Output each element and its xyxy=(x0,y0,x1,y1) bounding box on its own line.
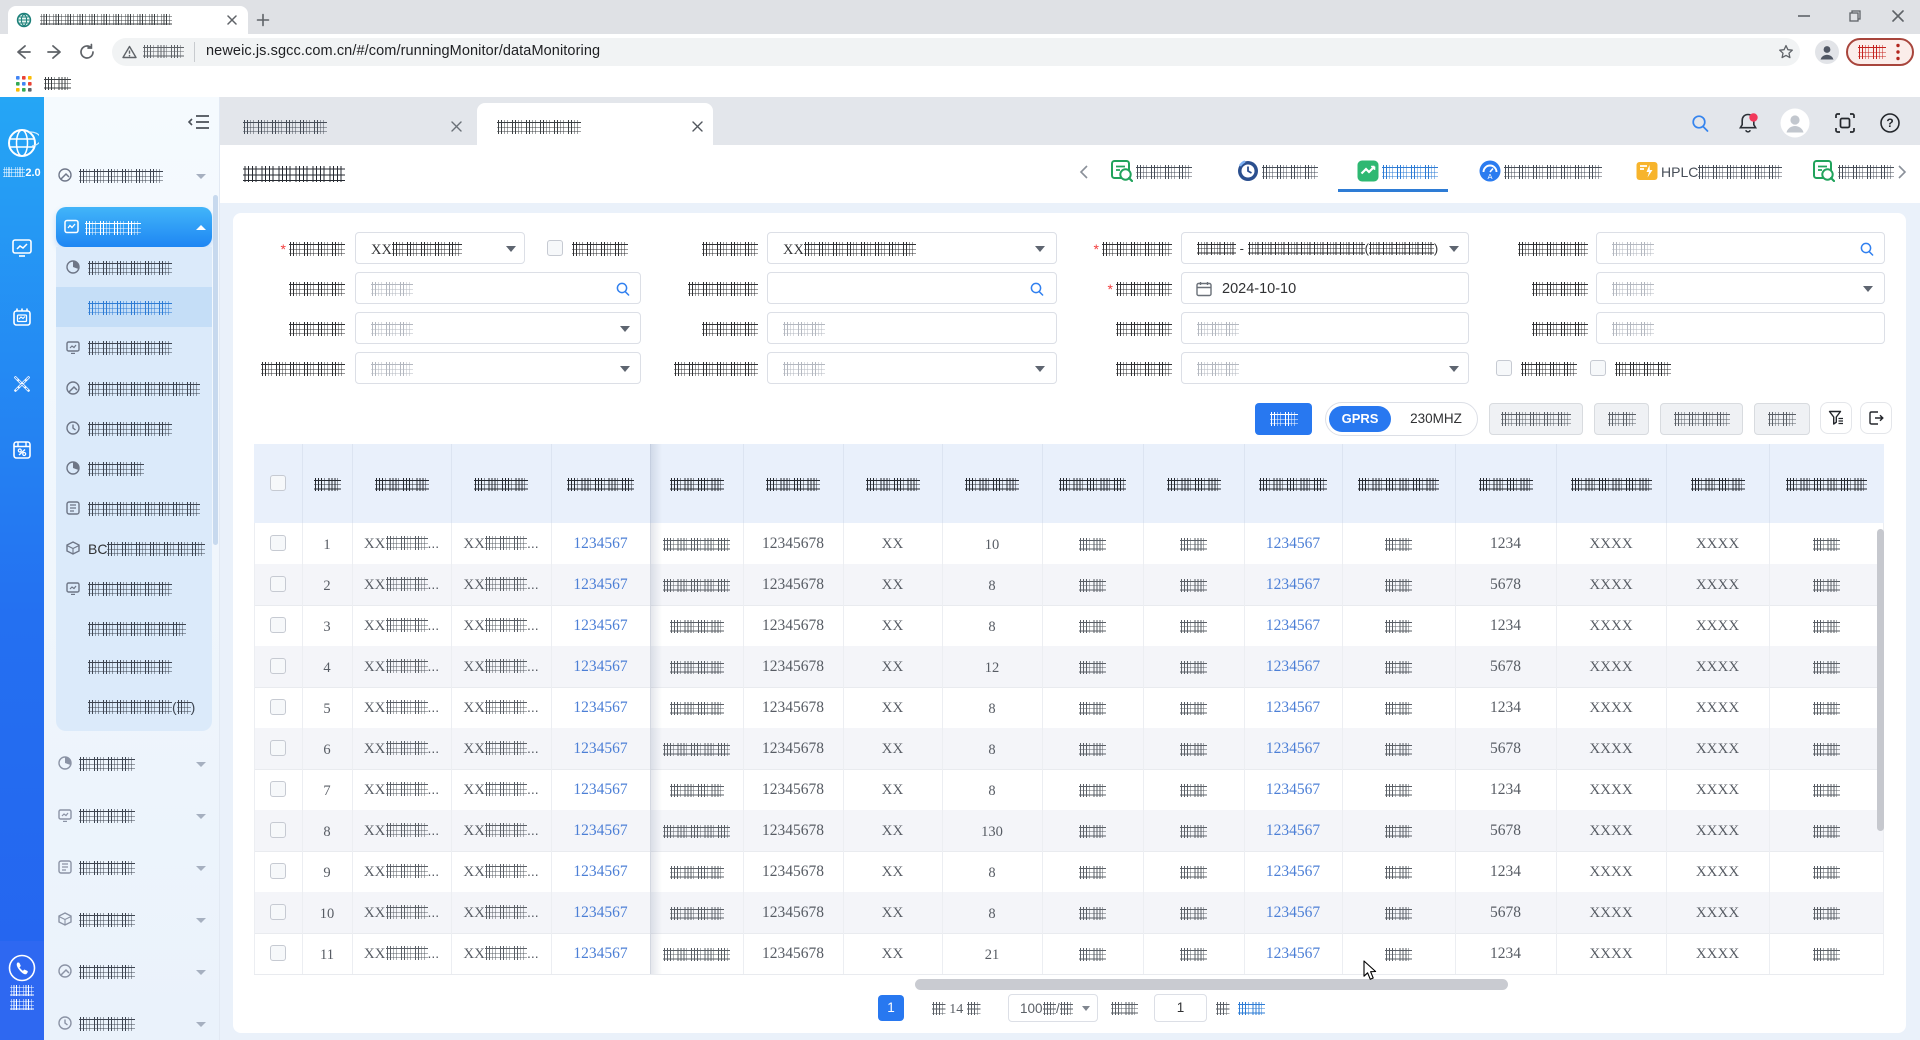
svg-text:?: ? xyxy=(1886,116,1893,130)
svg-text:A: A xyxy=(1487,172,1492,181)
